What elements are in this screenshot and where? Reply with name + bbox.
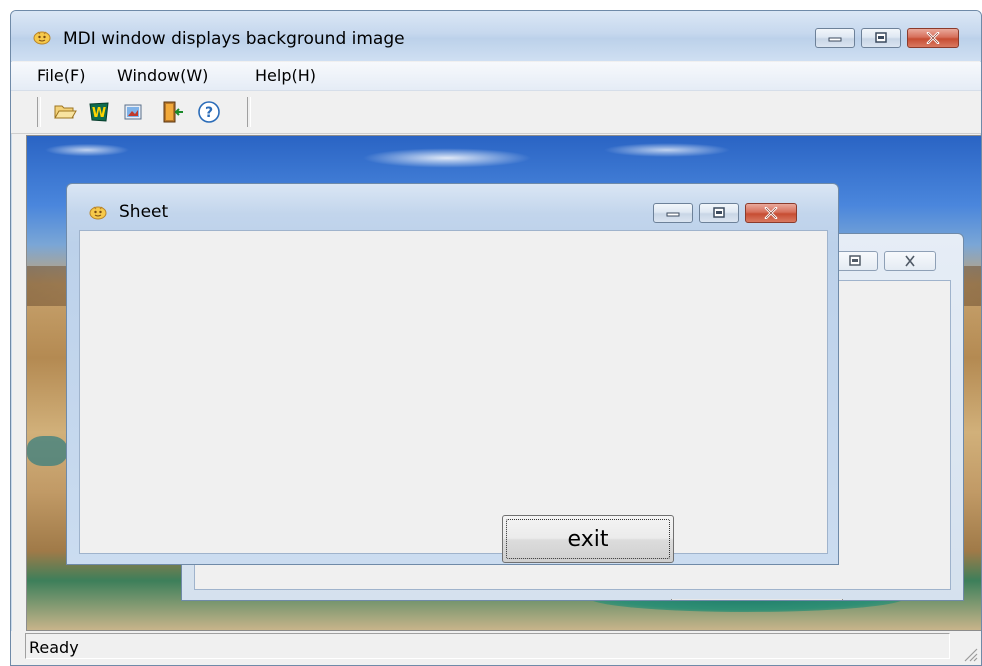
menu-bar: File(F) Window(W) Help(H) — [11, 62, 981, 91]
close-icon — [885, 252, 935, 270]
minimize-icon — [654, 204, 692, 222]
exit-door-icon[interactable] — [161, 100, 185, 124]
minimize-button[interactable] — [815, 28, 855, 48]
focus-rectangle — [506, 519, 670, 559]
toolbar-separator — [247, 97, 251, 127]
menu-help[interactable]: Help(H) — [255, 66, 316, 85]
child-back-close-button[interactable] — [884, 251, 936, 271]
child-close-button[interactable] — [745, 203, 797, 223]
window-title: MDI window displays background image — [63, 29, 405, 49]
svg-text:W: W — [92, 106, 106, 121]
maximize-icon — [862, 29, 900, 47]
close-icon — [908, 29, 958, 47]
background-water — [27, 436, 67, 466]
title-bar[interactable]: MDI window displays background image — [11, 11, 981, 61]
app-icon — [33, 31, 51, 45]
close-button[interactable] — [907, 28, 959, 48]
svg-text:?: ? — [205, 105, 213, 121]
child-minimize-button[interactable] — [653, 203, 693, 223]
w-logo-icon[interactable]: W — [87, 100, 111, 124]
maximize-icon — [833, 252, 877, 270]
child-back-exit-button[interactable] — [671, 599, 843, 600]
menu-window[interactable]: Window(W) — [117, 66, 208, 85]
maximize-button[interactable] — [861, 28, 901, 48]
help-icon[interactable]: ? — [197, 100, 221, 124]
menu-file[interactable]: File(F) — [37, 66, 85, 85]
toolbar-grip[interactable] — [37, 97, 41, 127]
picture-icon[interactable] — [121, 100, 145, 124]
close-icon — [746, 204, 796, 222]
child-maximize-button[interactable] — [699, 203, 739, 223]
child-sheet-title: Sheet — [119, 202, 169, 222]
status-pane — [25, 633, 950, 659]
resize-grip-icon[interactable] — [959, 643, 979, 663]
minimize-icon — [816, 29, 854, 47]
status-bar: Ready — [11, 631, 981, 665]
child-window-sheet[interactable]: Sheet exit — [66, 183, 839, 565]
toolbar: W ? — [11, 91, 981, 134]
exit-button[interactable]: exit — [502, 515, 674, 563]
main-window: MDI window displays background image Fil… — [10, 10, 982, 666]
status-text: Ready — [29, 638, 79, 657]
child-app-icon — [89, 206, 107, 220]
open-folder-icon[interactable] — [53, 100, 77, 124]
maximize-icon — [700, 204, 738, 222]
child-sheet-client: exit — [79, 230, 828, 563]
